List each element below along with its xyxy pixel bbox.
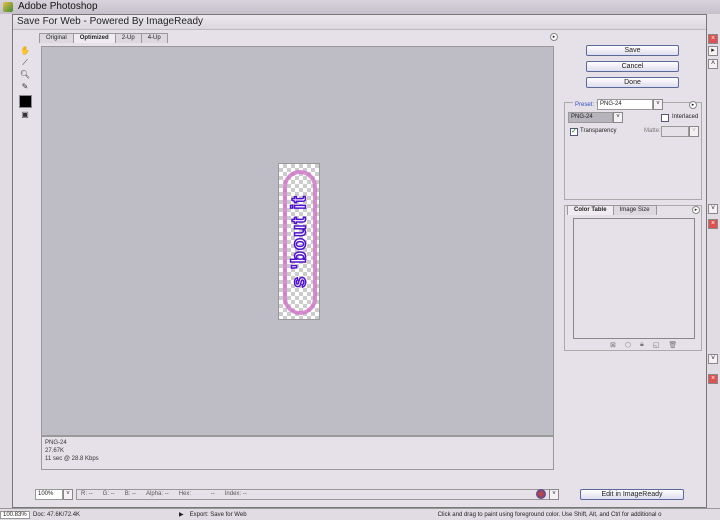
g-label: G: [102, 490, 110, 497]
interlaced-checkbox[interactable] [661, 114, 669, 122]
tab-original[interactable]: Original [39, 33, 74, 43]
optimization-info: PNG-24 27.67K 11 sec @ 28.8 Kbps [41, 436, 554, 470]
preset-dropdown-icon[interactable]: ˅ [653, 99, 663, 110]
status-menu-icon[interactable]: ▶ [179, 511, 184, 518]
bottom-bar: 100% ˅ R: -- G: -- B: -- Alpha: -- Hex: … [35, 488, 555, 500]
app-titlebar: Adobe Photoshop [0, 0, 720, 14]
optimized-preview[interactable]: s 'bout it [41, 46, 554, 436]
tab-optimized[interactable]: Optimized [72, 33, 116, 43]
close-icon[interactable]: × [708, 374, 718, 384]
zoom-level-select[interactable]: 100% [35, 488, 63, 500]
zoom-tool-icon[interactable]: 🔍︎ [19, 70, 31, 81]
cancel-button[interactable]: Cancel [586, 61, 679, 72]
color-table-actions: ⊠ ⬡ 🔒︎ ◱ 🗑︎ [610, 341, 677, 349]
browser-preview-icon[interactable] [536, 489, 546, 499]
toggle-slices-icon[interactable]: ▣ [19, 110, 31, 121]
interlaced-label: Interlaced [672, 114, 699, 120]
slice-select-tool-icon[interactable]: ⟋ [19, 58, 31, 69]
photoshop-logo-icon [3, 2, 13, 12]
map-transparent-icon[interactable]: ⊠ [610, 341, 616, 349]
hex-value: -- [210, 490, 215, 497]
delete-color-icon[interactable]: 🗑︎ [668, 341, 677, 349]
web-snap-icon[interactable]: ⬡ [625, 341, 631, 349]
tab-4-up[interactable]: 4-Up [140, 33, 168, 43]
preview-menu-icon[interactable]: ▸ [550, 33, 558, 41]
matte-label: Matte: [644, 128, 661, 134]
done-button[interactable]: Done [586, 77, 679, 88]
new-color-icon[interactable]: ◱ [653, 341, 660, 349]
matte-dropdown-icon[interactable]: ˅ [689, 126, 699, 137]
format-dropdown-icon[interactable]: ˅ [613, 112, 623, 123]
menu-arrow-icon[interactable]: ▸ [708, 46, 718, 56]
status-hint: Click and drag to paint using foreground… [437, 511, 662, 518]
edit-in-imageready-button[interactable]: Edit in ImageReady [580, 489, 684, 500]
file-format-select[interactable]: PNG-24 [568, 112, 613, 123]
eyedropper-color-swatch[interactable] [19, 95, 32, 108]
scroll-down-icon[interactable]: ˅ [708, 204, 718, 214]
transparency-label: Transparency [580, 128, 617, 134]
info-download-time: 11 sec @ 28.8 Kbps [45, 456, 99, 462]
tab-image-size[interactable]: Image Size [612, 205, 657, 215]
info-format: PNG-24 [45, 440, 67, 446]
transparency-checkbox[interactable]: ✓ [570, 128, 578, 136]
index-label: Index: [224, 490, 242, 497]
r-value: -- [88, 490, 93, 497]
photoshop-palette-strip: × ▸ ˄ ˅ × ˅ × [705, 14, 720, 508]
status-bar: 100.83% Doc: 47.6K/72.4K ▶ Export: Save … [0, 508, 720, 520]
save-for-web-dialog: Save For Web - Powered By ImageReady Ori… [12, 14, 707, 508]
hand-tool-icon[interactable]: ✋ [19, 46, 31, 57]
tab-2-up[interactable]: 2-Up [114, 33, 142, 43]
scroll-down-icon[interactable]: ˅ [708, 354, 718, 364]
save-button[interactable]: Save [586, 45, 679, 56]
status-doc-size: Doc: 47.6K/72.4K [33, 511, 81, 518]
matte-select[interactable] [661, 126, 689, 137]
color-table-menu-icon[interactable]: ▸ [692, 206, 700, 214]
optimize-menu-icon[interactable]: ▸ [689, 101, 697, 109]
color-panel-tabs: Color Table Image Size [567, 205, 657, 215]
color-table-panel: Color Table Image Size ▸ ⊠ ⬡ 🔒︎ ◱ 🗑︎ [564, 205, 702, 351]
b-label: B: [124, 490, 131, 497]
preset-label: Preset: [573, 102, 597, 108]
browser-dropdown-icon[interactable]: ˅ [549, 489, 559, 500]
dialog-tools: ✋ ⟋ 🔍︎ ✎ ▣ [19, 45, 35, 122]
b-value: -- [132, 490, 137, 497]
close-icon[interactable]: × [708, 219, 718, 229]
scroll-up-icon[interactable]: ˄ [708, 59, 718, 69]
tab-color-table[interactable]: Color Table [567, 205, 614, 215]
index-value: -- [242, 490, 247, 497]
preset-select[interactable]: PNG-24 [597, 99, 653, 110]
app-title: Adobe Photoshop [18, 1, 98, 12]
settings-panel: Preset: PNG-24 ˅ ▸ PNG-24 ˅ Interlaced ✓… [564, 99, 702, 200]
lock-color-icon[interactable]: 🔒︎ [640, 341, 644, 349]
color-readout: R: -- G: -- B: -- Alpha: -- Hex: -- Inde… [76, 488, 555, 500]
color-table-grid [573, 218, 695, 339]
eyedropper-tool-icon[interactable]: ✎ [19, 82, 31, 93]
preview-image: s 'bout it [278, 163, 320, 320]
image-art-text: s 'bout it [288, 194, 312, 288]
alpha-value: -- [164, 490, 169, 497]
g-value: -- [110, 490, 115, 497]
zoom-dropdown-icon[interactable]: ˅ [63, 488, 73, 500]
dialog-title: Save For Web - Powered By ImageReady [13, 15, 706, 30]
hex-label: Hex: [178, 490, 192, 497]
close-icon[interactable]: × [708, 34, 718, 44]
info-size: 27.67K [45, 448, 65, 454]
r-label: R: [81, 490, 87, 497]
alpha-label: Alpha: [146, 490, 164, 497]
status-zoom[interactable]: 100.83% [0, 510, 30, 519]
view-tabs: Original Optimized 2-Up 4-Up [39, 33, 168, 43]
